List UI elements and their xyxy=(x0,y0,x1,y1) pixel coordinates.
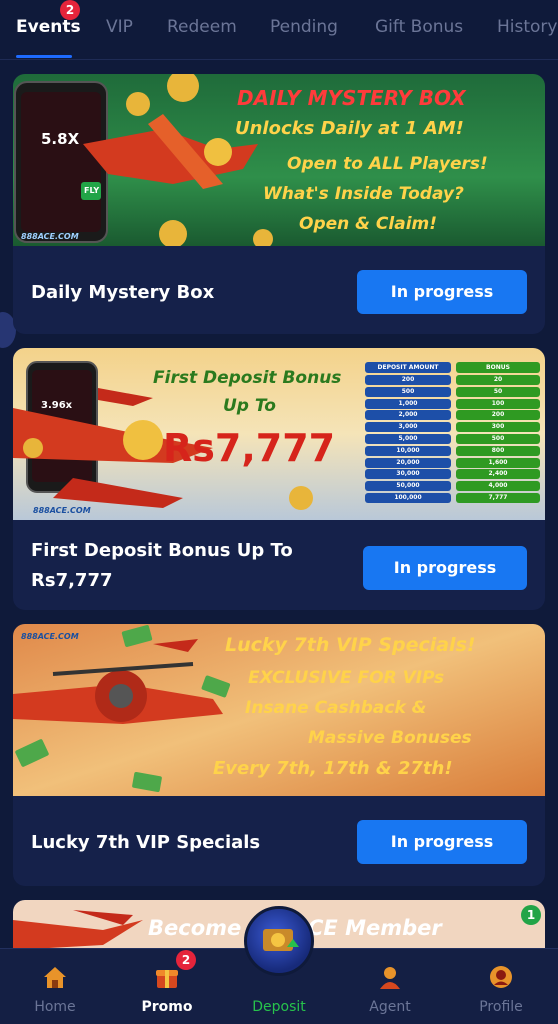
table-cell-deposit: 5,000 xyxy=(365,434,451,444)
phone-fly-button: FLY xyxy=(84,186,100,195)
brand-logo: 888ACE.COM xyxy=(21,632,79,641)
banner-line: What's Inside Today? xyxy=(263,184,464,204)
daily-mystery-box-banner[interactable]: DAILY MYSTERY BOX Unlocks Daily at 1 AM!… xyxy=(13,74,545,246)
banner-line: Insane Cashback & xyxy=(245,698,427,718)
brand-logo: 888ACE.COM xyxy=(33,506,91,515)
deposit-button[interactable] xyxy=(244,906,314,976)
nav-agent[interactable]: Agent xyxy=(345,949,435,1024)
nav-label: Agent xyxy=(369,999,411,1015)
table-cell-bonus: 7,777 xyxy=(456,493,540,503)
event-card-lucky-7th-vip: 888ACE.COM Lucky 7th VIP Specials! EXCLU… xyxy=(13,624,545,886)
tab-events[interactable]: Events xyxy=(16,17,81,37)
events-tab-badge: 2 xyxy=(60,0,80,20)
tab-gift-bonus[interactable]: Gift Bonus xyxy=(375,17,463,37)
phone-multiplier: 3.96x xyxy=(41,400,73,411)
promo-icon xyxy=(156,970,178,988)
in-progress-button[interactable]: In progress xyxy=(357,820,527,864)
lucky-7th-vip-banner[interactable]: 888ACE.COM Lucky 7th VIP Specials! EXCLU… xyxy=(13,624,545,796)
event-card-footer: First Deposit Bonus Up To Rs7,777 In pro… xyxy=(13,520,545,610)
table-cell-deposit: 50,000 xyxy=(365,481,451,492)
event-card-daily-mystery-box: DAILY MYSTERY BOX Unlocks Daily at 1 AM!… xyxy=(13,74,545,334)
brand-logo: 888ACE.COM xyxy=(21,232,79,241)
table-header-deposit: DEPOSIT AMOUNT xyxy=(365,362,451,373)
event-subtitle: Rs7,777 xyxy=(31,570,113,591)
event-title: First Deposit Bonus Up To xyxy=(31,540,293,561)
nav-label: Home xyxy=(34,999,76,1015)
table-cell-bonus: 100 xyxy=(456,398,540,409)
tab-redeem[interactable]: Redeem xyxy=(167,17,237,37)
notification-badge: 1 xyxy=(521,905,541,925)
home-icon xyxy=(44,967,66,988)
in-progress-button[interactable]: In progress xyxy=(357,270,527,314)
event-card-first-deposit-bonus: First Deposit Bonus Up To Rs7,777 3.96x … xyxy=(13,348,545,610)
banner-headline: DAILY MYSTERY BOX xyxy=(237,86,466,110)
tab-history[interactable]: History xyxy=(497,17,557,37)
promo-badge: 2 xyxy=(176,950,196,970)
table-cell-bonus: 2,400 xyxy=(456,469,540,480)
tab-vip[interactable]: VIP xyxy=(106,17,133,37)
in-progress-button[interactable]: In progress xyxy=(363,546,527,590)
banner-line: Massive Bonuses xyxy=(308,728,472,748)
table-cell-bonus: 300 xyxy=(456,422,540,433)
tab-bar: Events 2 VIP Redeem Pending Gift Bonus H… xyxy=(0,0,558,60)
table-cell-bonus: 1,600 xyxy=(456,457,540,468)
banner-headline: Up To xyxy=(223,396,276,416)
event-title: Daily Mystery Box xyxy=(31,282,215,303)
nav-label: Deposit xyxy=(252,999,306,1015)
active-tab-indicator xyxy=(16,55,72,58)
nav-home[interactable]: Home xyxy=(10,949,100,1024)
banner-line: Every 7th, 17th & 27th! xyxy=(213,758,453,779)
table-header-bonus: BONUS xyxy=(456,362,540,373)
nav-label: Profile xyxy=(479,999,523,1015)
table-cell-deposit: 10,000 xyxy=(365,445,451,456)
first-deposit-bonus-banner[interactable]: First Deposit Bonus Up To Rs7,777 3.96x … xyxy=(13,348,545,520)
table-cell-deposit: 500 xyxy=(365,386,451,397)
banner-amount: Rs7,777 xyxy=(163,426,336,470)
event-title: Lucky 7th VIP Specials xyxy=(31,832,261,853)
banner-line: Unlocks Daily at 1 AM! xyxy=(235,118,464,139)
nav-profile[interactable]: Profile xyxy=(456,949,546,1024)
banner-line: EXCLUSIVE FOR VIPs xyxy=(248,668,445,688)
event-card-footer: Daily Mystery Box In progress xyxy=(13,246,545,330)
table-cell-deposit: 100,000 xyxy=(365,493,451,503)
nav-label: Promo xyxy=(141,999,193,1015)
table-cell-deposit: 200 xyxy=(365,375,451,385)
banner-headline: First Deposit Bonus xyxy=(153,368,342,388)
table-cell-deposit: 20,000 xyxy=(365,457,451,468)
profile-icon xyxy=(490,966,512,988)
event-card-footer: Lucky 7th VIP Specials In progress xyxy=(13,796,545,886)
table-cell-deposit: 30,000 xyxy=(365,469,451,480)
table-cell-bonus: 20 xyxy=(456,375,540,385)
deposit-icon xyxy=(263,929,299,951)
table-cell-bonus: 4,000 xyxy=(456,481,540,492)
table-cell-bonus: 50 xyxy=(456,386,540,397)
table-cell-bonus: 800 xyxy=(456,445,540,456)
banner-headline: Lucky 7th VIP Specials! xyxy=(225,634,476,656)
tab-pending[interactable]: Pending xyxy=(270,17,338,37)
banner-line: Open & Claim! xyxy=(299,214,437,234)
agent-icon xyxy=(380,967,400,989)
table-cell-deposit: 2,000 xyxy=(365,410,451,421)
banner-line: Open to ALL Players! xyxy=(287,154,488,174)
table-cell-bonus: 200 xyxy=(456,410,540,421)
table-cell-bonus: 500 xyxy=(456,434,540,444)
table-cell-deposit: 3,000 xyxy=(365,422,451,433)
phone-multiplier: 5.8X xyxy=(41,130,80,148)
table-cell-deposit: 1,000 xyxy=(365,398,451,409)
nav-promo[interactable]: 2 Promo xyxy=(122,949,212,1024)
